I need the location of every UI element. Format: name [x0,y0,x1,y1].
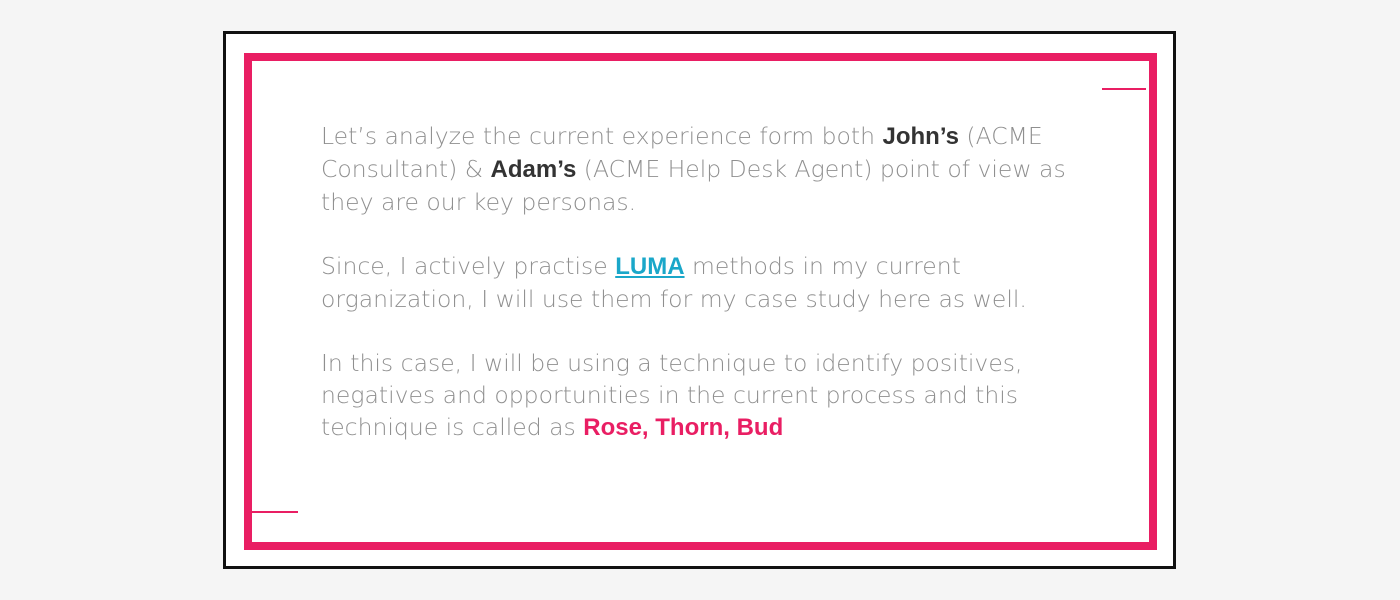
paragraph-luma-text-1: Since, I actively practise [321,252,616,280]
paragraph-personas: Let’s analyze the current experience for… [321,120,1081,218]
paragraph-personas-text-1: Let’s analyze the current experience for… [321,122,883,150]
paragraph-luma: Since, I actively practise LUMA methods … [321,250,1081,315]
paragraph-technique: In this case, I will be using a techniqu… [321,347,1081,444]
technique-name: Rose, Thorn, Bud [583,414,784,441]
luma-link[interactable]: LUMA [615,253,684,280]
accent-line-bottom-left [252,511,298,513]
content-block: Let’s analyze the current experience for… [321,120,1081,476]
persona-adam: Adam’s [490,156,577,183]
accent-line-top-right [1102,88,1146,90]
page: Let’s analyze the current experience for… [0,0,1400,600]
persona-john: John’s [882,123,959,150]
